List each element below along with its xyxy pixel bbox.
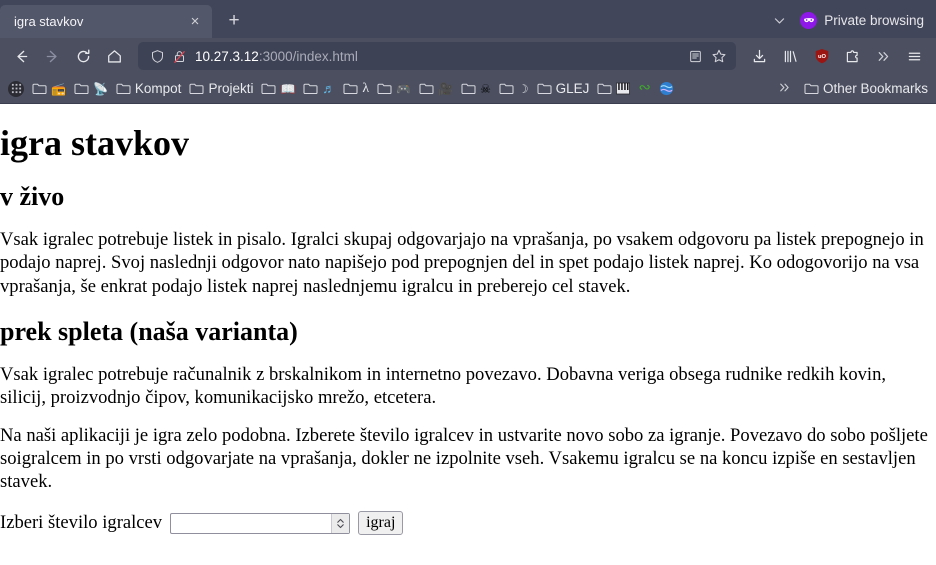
bookmark-folder[interactable]: 📡 (70, 80, 112, 97)
bookmark-label: Kompot (134, 81, 182, 96)
tab-strip: igra stavkov × + Private browsing (0, 0, 936, 38)
play-button[interactable]: igraj (358, 511, 404, 536)
bookmark-folder-glej[interactable]: GLEJ (533, 79, 594, 98)
bookmarks-bar: 📻 📡 Kompot Projekti 📖 ♬ λ 🎮 🎥 ☠ ☽ GLEJ ∾… (0, 74, 936, 104)
browser-tab-active[interactable]: igra stavkov × (0, 5, 212, 38)
bookmark-folder[interactable]: 🎥 (415, 80, 457, 97)
bookmark-item[interactable] (655, 79, 678, 98)
bookmark-folder-projekti[interactable]: Projekti (185, 79, 257, 98)
url-bar[interactable]: 10.27.3.12:3000/index.html (138, 42, 736, 70)
home-button[interactable] (99, 41, 130, 71)
folder-icon (419, 82, 434, 95)
satellite-icon: 📡 (92, 81, 108, 96)
private-browsing-label: Private browsing (824, 12, 924, 28)
skull-icon: ☠ (480, 81, 491, 96)
tab-strip-right: Private browsing (766, 6, 928, 34)
folder-icon (461, 82, 476, 95)
folder-icon (377, 82, 392, 95)
bookmark-folder[interactable] (593, 80, 634, 97)
section-heading-live: v živo (0, 181, 65, 211)
gamepad-icon: 🎮 (396, 81, 412, 96)
downloads-icon[interactable] (744, 41, 775, 71)
overflow-chevrons-icon[interactable] (868, 41, 899, 71)
folder-icon (537, 82, 552, 95)
bookmark-folder-kompot[interactable]: Kompot (112, 79, 186, 98)
bookmark-folder[interactable]: λ (339, 80, 373, 98)
navigation-toolbar: 10.27.3.12:3000/index.html uO (0, 38, 936, 74)
movie-camera-icon: 🎥 (438, 81, 454, 96)
library-icon[interactable] (775, 41, 806, 71)
bookmark-folder[interactable]: 📖 (257, 80, 299, 97)
folder-icon (597, 82, 612, 95)
bookmark-folder[interactable]: ☠ (457, 80, 495, 97)
radio-icon: 📻 (51, 81, 66, 96)
player-count-form: Izberi število igralcev igraj (0, 511, 936, 536)
url-path: :3000/index.html (258, 48, 358, 64)
music-icon: ♬ (322, 81, 336, 96)
folder-icon (343, 82, 358, 95)
svg-text:uO: uO (818, 54, 827, 60)
bookmark-folder[interactable]: ☽ (495, 80, 533, 97)
bookmark-folder[interactable]: 🎮 (373, 80, 415, 97)
folder-icon (303, 82, 318, 95)
folder-icon (116, 82, 131, 95)
folder-icon (32, 82, 47, 95)
new-tab-button[interactable]: + (218, 5, 250, 37)
player-count-select[interactable] (170, 512, 351, 534)
book-icon: 📖 (280, 81, 296, 96)
bookmark-item[interactable]: ∾ (634, 79, 655, 98)
globe-icon (659, 81, 674, 96)
url-text[interactable]: 10.27.3.12:3000/index.html (195, 49, 684, 64)
folder-icon (74, 82, 89, 95)
back-button[interactable] (6, 41, 37, 71)
private-browsing-mask-icon (800, 11, 818, 29)
shield-icon[interactable] (146, 45, 168, 67)
squiggle-icon: ∾ (638, 80, 651, 96)
piano-icon (616, 82, 631, 95)
section-heading-web: prek spleta (naša varianta) (0, 316, 298, 346)
ublock-origin-icon[interactable]: uO (806, 41, 837, 71)
waffle-circle-icon (8, 80, 24, 97)
reload-button[interactable] (68, 41, 99, 71)
paragraph-web-2: Na naši aplikaciji je igra zelo podobna.… (0, 424, 928, 493)
url-bar-actions (684, 45, 730, 67)
bookmark-folder[interactable]: 📻 (28, 80, 70, 97)
bookmark-label: GLEJ (555, 81, 590, 96)
page-title: igra stavkov (0, 123, 189, 163)
extensions-icon[interactable] (837, 41, 868, 71)
lambda-icon: λ (362, 80, 370, 96)
bookmarks-bar-right: Other Bookmarks (771, 79, 932, 98)
player-count-label: Izberi število igralcev (0, 512, 163, 534)
moon-icon: ☽ (517, 81, 529, 96)
bookmark-folder[interactable]: ♬ (299, 80, 339, 97)
folder-icon (804, 82, 819, 95)
bookmark-item[interactable] (4, 79, 28, 99)
bookmark-label: Projekti (208, 81, 254, 96)
browser-window: igra stavkov × + Private browsing 10.27.… (0, 0, 936, 565)
lock-crossed-icon[interactable] (168, 45, 190, 67)
private-browsing-indicator: Private browsing (800, 11, 928, 29)
app-menu-icon[interactable] (899, 41, 930, 71)
folder-icon (261, 82, 276, 95)
page-content: igra stavkov v živo Vsak igralec potrebu… (0, 104, 936, 565)
player-count-value (171, 514, 331, 533)
star-icon[interactable] (708, 45, 730, 67)
other-bookmarks-label: Other Bookmarks (822, 81, 928, 96)
tab-title: igra stavkov (14, 14, 84, 29)
chevron-updown-icon[interactable] (331, 513, 350, 533)
folder-icon (189, 82, 204, 95)
folder-icon (499, 82, 514, 95)
other-bookmarks-folder[interactable]: Other Bookmarks (800, 79, 932, 98)
paragraph-live: Vsak igralec potrebuje listek in pisalo.… (0, 229, 924, 297)
list-all-tabs-button[interactable] (766, 7, 792, 33)
url-host: 10.27.3.12 (195, 48, 259, 64)
reader-view-icon[interactable] (684, 45, 706, 67)
bookmarks-overflow-icon[interactable] (771, 80, 798, 98)
close-icon[interactable]: × (184, 11, 206, 33)
paragraph-web-1: Vsak igralec potrebuje računalnik z brsk… (0, 364, 887, 409)
forward-button (37, 41, 68, 71)
